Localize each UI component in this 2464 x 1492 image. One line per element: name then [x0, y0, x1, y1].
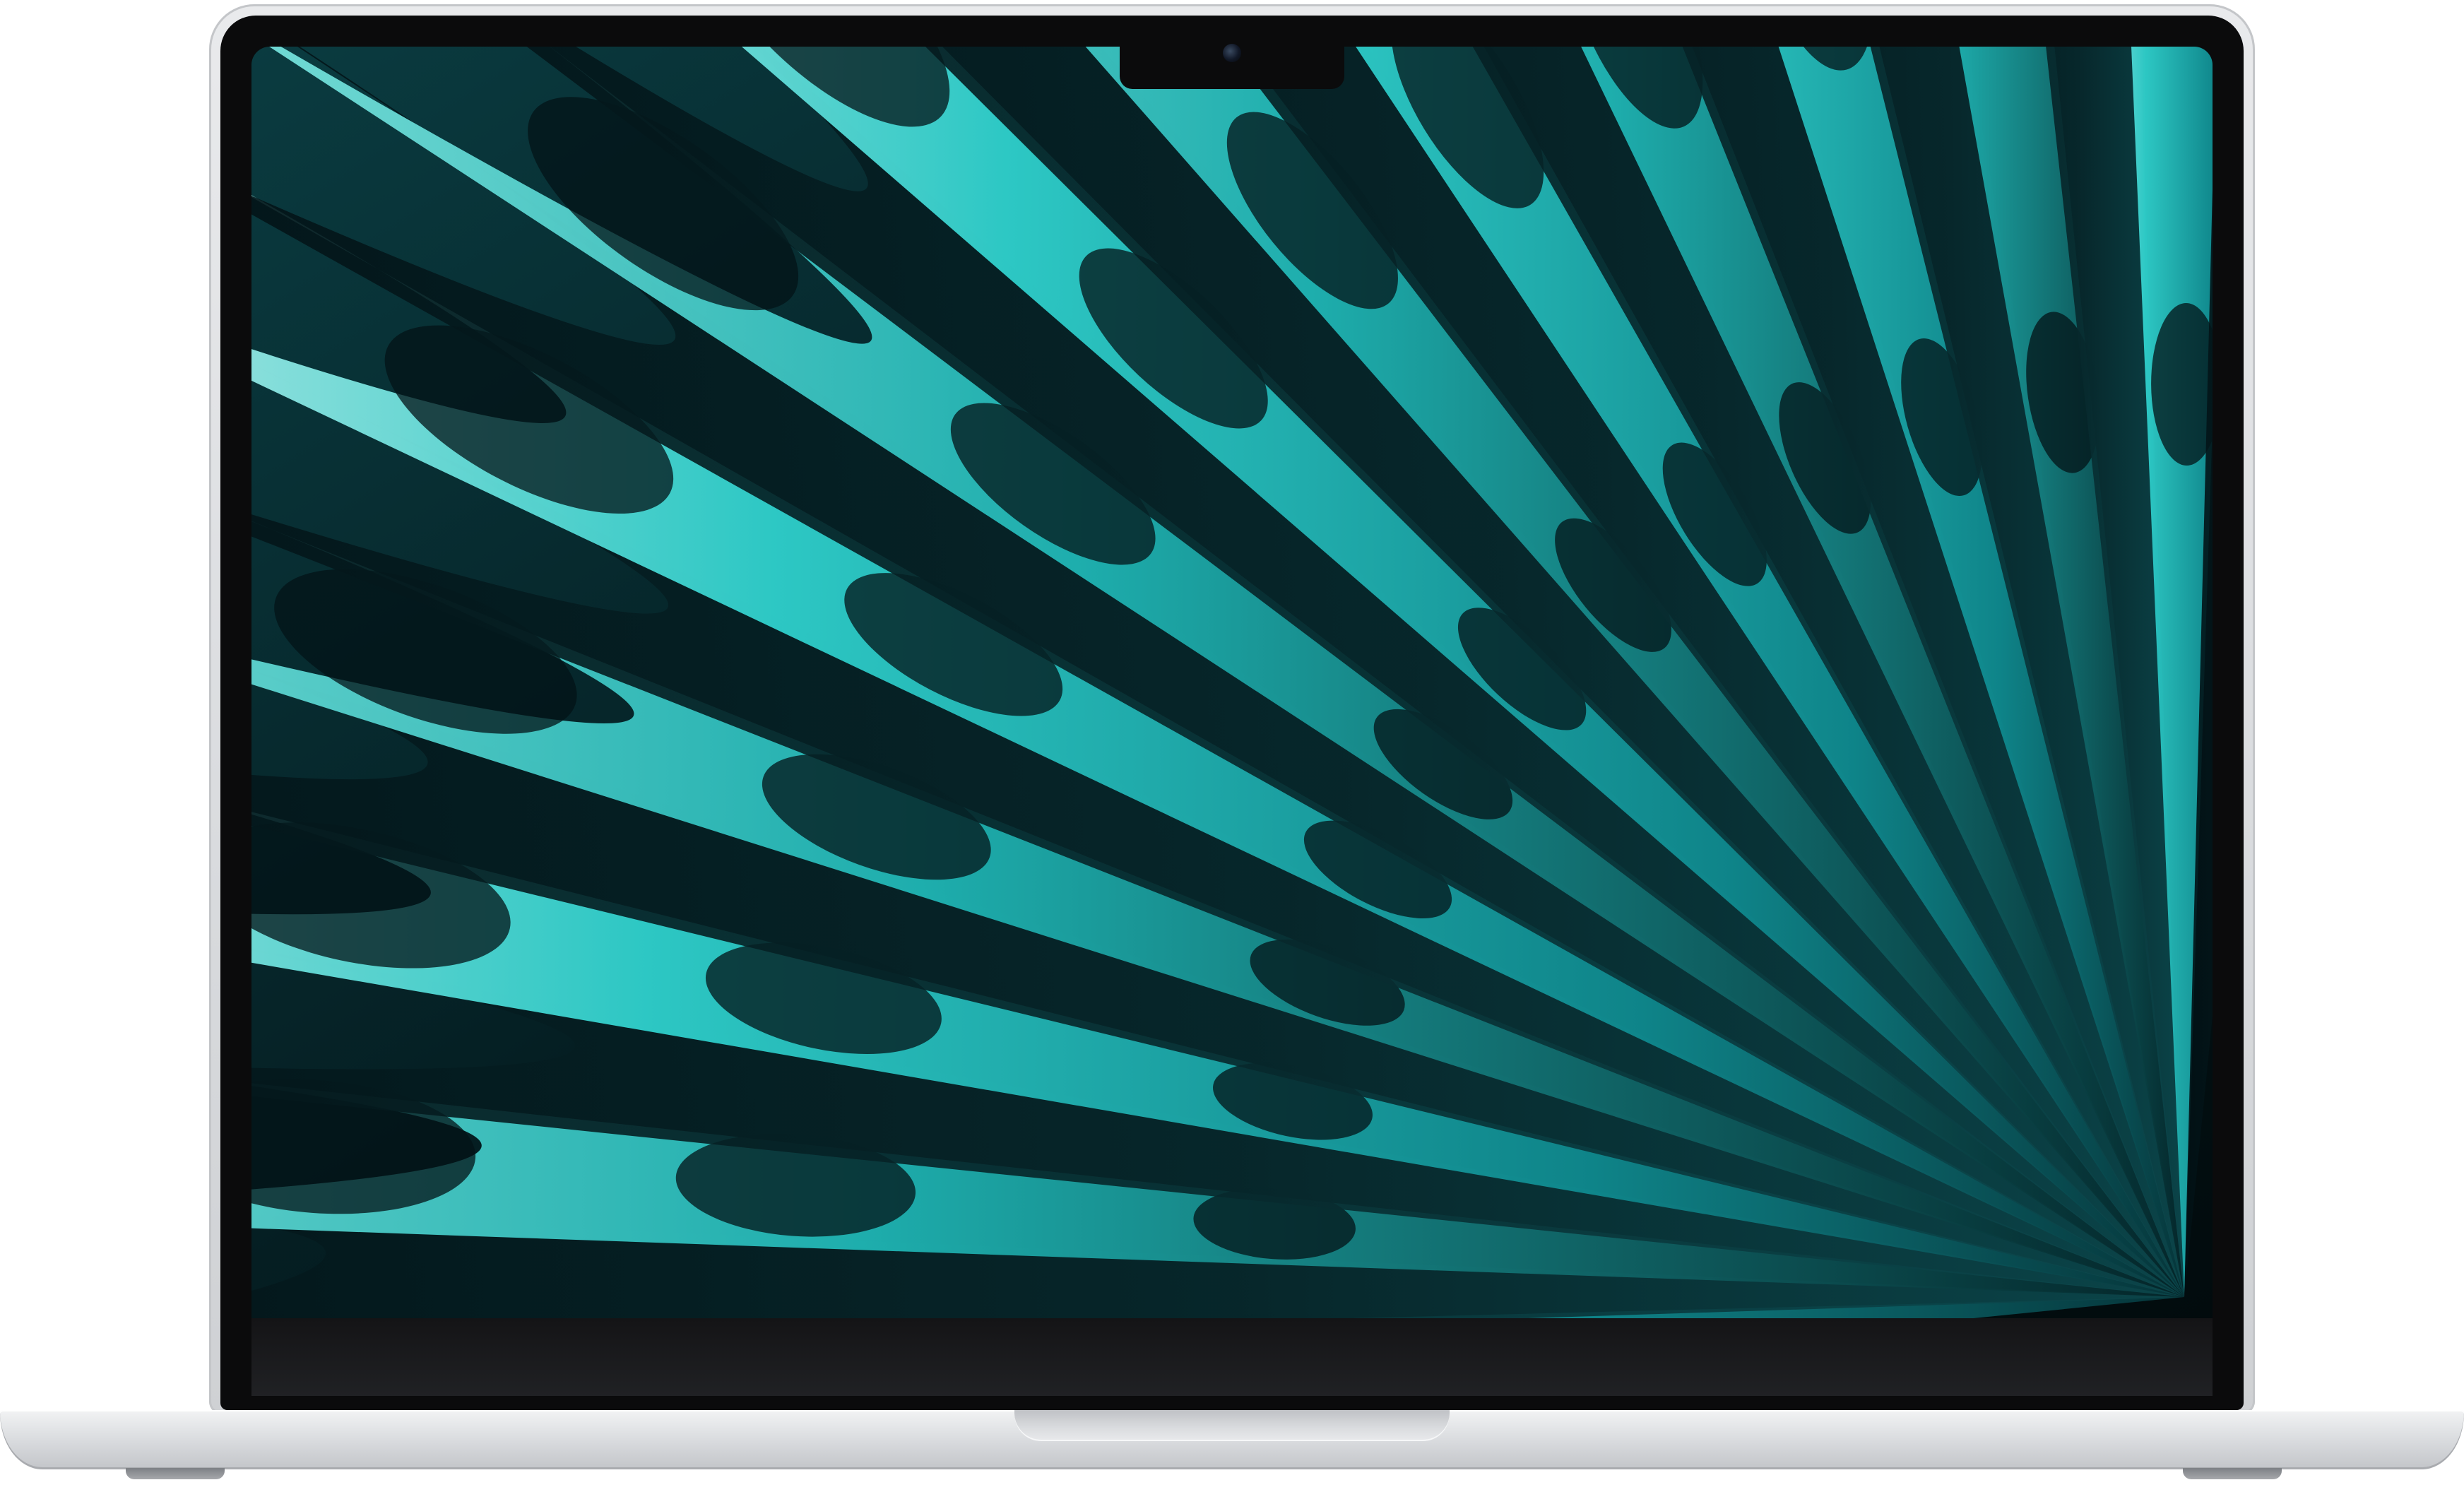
right-foot — [2183, 1468, 2282, 1479]
wallpaper — [251, 47, 2213, 1318]
bezel-chin — [251, 1318, 2213, 1396]
lid-thumb-notch — [1014, 1410, 1450, 1441]
camera-icon — [1223, 44, 1241, 62]
laptop-screen — [251, 47, 2213, 1318]
product-photo — [0, 0, 2464, 1492]
left-foot — [126, 1468, 225, 1479]
